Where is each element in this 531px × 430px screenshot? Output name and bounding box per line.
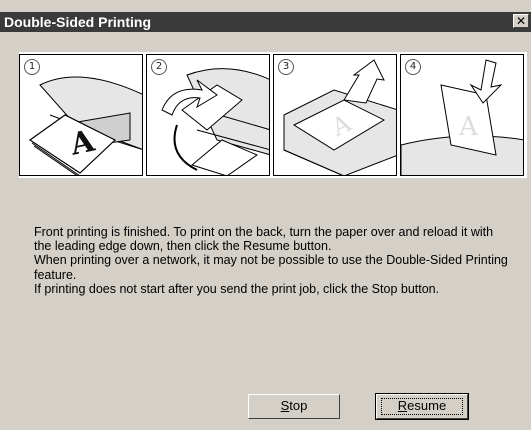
- title-bar[interactable]: Double-Sided Printing ✕: [0, 12, 531, 32]
- double-sided-printing-dialog: Double-Sided Printing ✕ A 1 2 A 3 A 4 Fr…: [0, 0, 531, 430]
- stop-button-accel: S: [280, 398, 290, 413]
- instruction-illustrations: A 1 2 A 3 A 4: [19, 52, 527, 178]
- printer-output-paper-icon: A: [28, 76, 142, 175]
- close-icon: ✕: [515, 14, 527, 28]
- dialog-title: Double-Sided Printing: [4, 14, 151, 30]
- flip-paper-icon: [161, 68, 269, 175]
- step-number: 2: [151, 59, 167, 75]
- step-number: 4: [405, 59, 421, 75]
- message-line-2: When printing over a network, it may not…: [34, 253, 508, 282]
- step-number: 1: [24, 59, 40, 75]
- reload-paper-icon: A: [283, 59, 396, 175]
- message-line-3: If printing does not start after you sen…: [34, 281, 440, 296]
- resume-button[interactable]: Resume: [375, 393, 469, 420]
- step-3-panel: A 3: [273, 54, 397, 176]
- step-2-panel: 2: [146, 54, 270, 176]
- message-line-1: Front printing is finished. To print on …: [34, 225, 494, 254]
- svg-text:A: A: [458, 112, 479, 142]
- step-4-panel: A 4: [400, 54, 524, 176]
- step-number: 3: [278, 59, 294, 75]
- focus-rect: [381, 398, 463, 415]
- stop-button-label: top: [289, 398, 308, 413]
- step-1-panel: A 1: [19, 54, 143, 176]
- close-button[interactable]: ✕: [513, 14, 529, 28]
- instruction-message: Front printing is finished. To print on …: [34, 225, 509, 296]
- feed-paper-icon: A: [401, 59, 523, 175]
- stop-button[interactable]: Stop: [248, 394, 340, 419]
